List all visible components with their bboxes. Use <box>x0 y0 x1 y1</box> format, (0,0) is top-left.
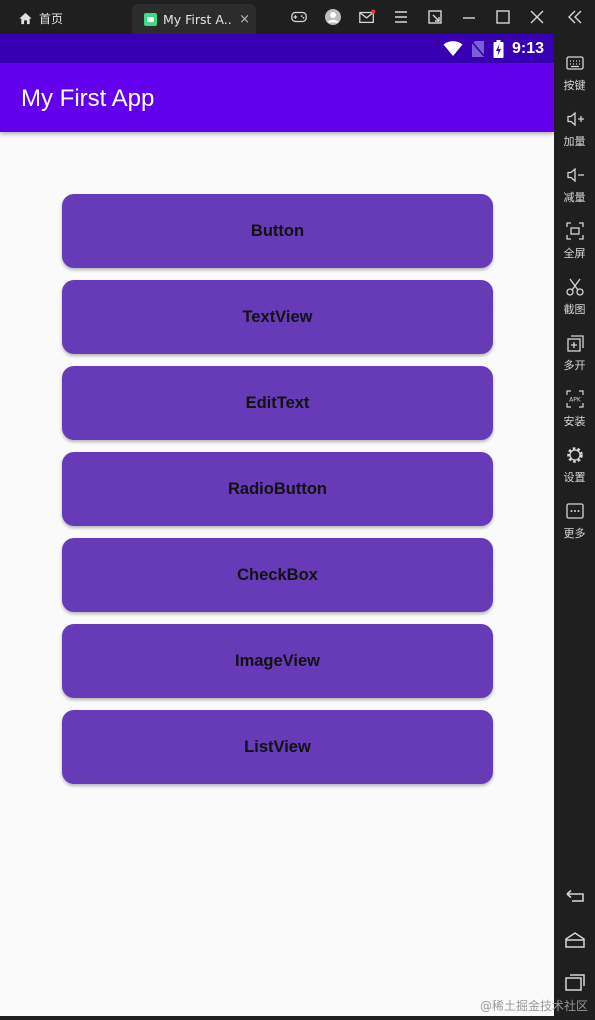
home-tab-label: 首页 <box>39 11 64 26</box>
app-tab-label: My First A... <box>163 11 234 27</box>
textview-button[interactable]: TextView <box>62 280 493 354</box>
battery-charging-icon <box>493 40 504 58</box>
imageview-button[interactable]: ImageView <box>62 624 493 698</box>
app-tab-icon <box>144 12 157 26</box>
side-item-label: 全屏 <box>563 247 586 260</box>
svg-text:APK: APK <box>569 397 582 404</box>
more-icon <box>565 503 584 519</box>
fullscreen-icon <box>565 222 584 240</box>
collapse-panel-icon[interactable] <box>565 8 585 26</box>
keymap-button[interactable]: 按键 <box>554 53 595 103</box>
side-item-label: 更多 <box>563 527 586 540</box>
apk-icon: APK <box>565 390 584 408</box>
gamepad-icon[interactable] <box>289 8 309 26</box>
mail-icon[interactable] <box>357 8 377 26</box>
app-bar: My First App <box>0 63 554 132</box>
volume-up-icon <box>566 111 584 127</box>
status-time: 9:13 <box>511 40 544 57</box>
close-tab-icon[interactable]: × <box>239 12 250 27</box>
more-button[interactable]: 更多 <box>554 501 595 551</box>
edittext-button[interactable]: EditText <box>62 366 493 440</box>
shrink-window-icon[interactable] <box>425 8 445 26</box>
watermark: @稀土掘金技术社区 <box>480 999 589 1013</box>
screenshot-button[interactable]: 截图 <box>554 277 595 327</box>
close-window-icon[interactable] <box>527 8 547 26</box>
status-bar: 9:13 <box>0 34 554 63</box>
home-nav-icon <box>565 932 585 948</box>
install-apk-button[interactable]: APK 安装 <box>554 389 595 439</box>
button-list: Button TextView EditText RadioButton Che… <box>62 194 493 796</box>
scissors-icon <box>565 278 584 296</box>
side-item-label: 设置 <box>563 471 586 484</box>
home-icon <box>19 12 32 24</box>
app-title: My First App <box>21 85 155 112</box>
home-tab[interactable]: 首页 <box>18 9 63 27</box>
side-item-label: 按键 <box>563 79 586 92</box>
back-icon <box>566 889 584 902</box>
menu-icon[interactable] <box>391 8 411 26</box>
minimize-icon[interactable] <box>459 8 479 26</box>
volume-down-button[interactable]: 减量 <box>554 165 595 215</box>
volume-down-icon <box>566 167 584 183</box>
side-item-label: 截图 <box>563 303 586 316</box>
listview-button[interactable]: ListView <box>62 710 493 784</box>
settings-button[interactable]: 设置 <box>554 445 595 495</box>
checkbox-button[interactable]: CheckBox <box>62 538 493 612</box>
gear-icon <box>566 447 583 463</box>
side-item-label: 减量 <box>563 191 586 204</box>
home-button[interactable] <box>562 929 588 951</box>
multi-open-icon <box>566 335 584 352</box>
user-avatar-icon[interactable] <box>323 8 343 26</box>
fullscreen-button[interactable]: 全屏 <box>554 221 595 271</box>
keyboard-icon <box>565 56 584 70</box>
recents-button[interactable] <box>562 971 588 993</box>
side-item-label: 多开 <box>563 359 586 372</box>
wifi-icon <box>443 41 463 56</box>
emulator-title-bar: 首页 My First A... × <box>0 0 595 34</box>
side-item-label: 加量 <box>563 135 586 148</box>
button-button[interactable]: Button <box>62 194 493 268</box>
side-item-label: 安装 <box>563 415 586 428</box>
device-screen: 9:13 My First App Button TextView EditTe… <box>0 34 554 1016</box>
radiobutton-button[interactable]: RadioButton <box>62 452 493 526</box>
maximize-icon[interactable] <box>493 8 513 26</box>
no-sim-icon <box>471 41 485 57</box>
back-button[interactable] <box>562 885 588 907</box>
volume-up-button[interactable]: 加量 <box>554 109 595 159</box>
app-tab[interactable]: My First A... × <box>132 4 256 34</box>
recents-icon <box>565 974 585 991</box>
multi-open-button[interactable]: 多开 <box>554 333 595 383</box>
emulator-side-panel: 按键 加量 减量 全屏 截图 多开 APK 安装 设置 更多 <box>554 34 595 1020</box>
emulator-window: 首页 My First A... × 9:13 My First App But… <box>0 0 595 1020</box>
